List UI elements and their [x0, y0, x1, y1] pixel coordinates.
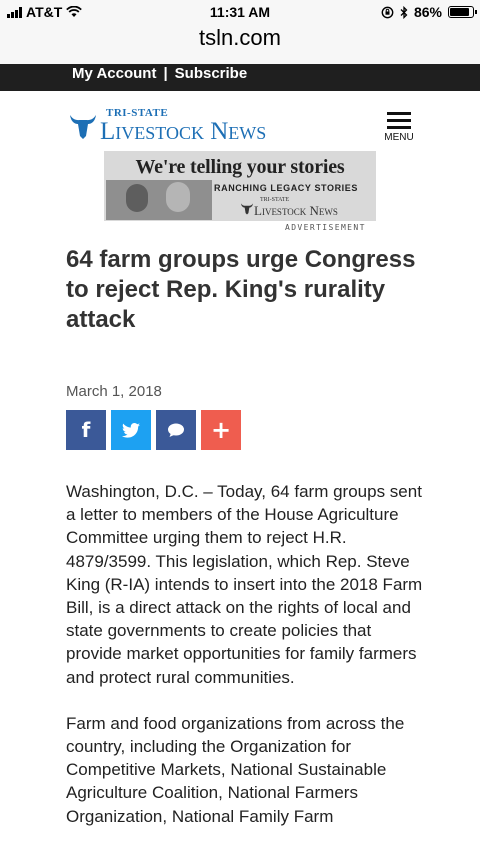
ad-headline: We're telling your stories	[135, 156, 345, 178]
menu-button[interactable]: MENU	[384, 112, 414, 143]
bull-logo-icon	[70, 115, 96, 139]
plus-icon: +	[210, 416, 232, 444]
logo-wordmark: TRI-STATE Livestock News	[100, 108, 267, 145]
ad-photo	[106, 180, 212, 220]
account-bar: My Account | Subscribe	[0, 64, 480, 91]
status-right: 86%	[381, 4, 477, 20]
account-separator: |	[163, 65, 168, 82]
ad-subline: RANCHING LEGACY STORIES	[214, 183, 358, 193]
ad-logo-title: Livestock News	[254, 203, 338, 218]
article-paragraph: Washington, D.C. – Today, 64 farm groups…	[66, 482, 423, 687]
my-account-link[interactable]: My Account	[72, 65, 156, 82]
article-paragraph: Farm and food organizations from across …	[66, 713, 405, 826]
share-buttons: f +	[66, 410, 241, 450]
logo-title: Livestock News	[100, 118, 267, 145]
twitter-icon	[122, 422, 140, 438]
advertisement-label: ADVERTISEMENT	[285, 223, 366, 232]
facebook-share-button[interactable]: f	[66, 410, 106, 450]
advertisement-banner[interactable]: We're telling your stories RANCHING LEGA…	[104, 151, 376, 221]
article-title: 64 farm groups urge Congress to reject R…	[66, 246, 416, 333]
facebook-icon: f	[81, 418, 91, 442]
ad-bull-icon	[240, 202, 254, 215]
ad-logo: TRI-STATE Livestock News	[240, 197, 338, 219]
hamburger-icon	[384, 112, 414, 129]
menu-label: MENU	[384, 132, 414, 143]
site-logo[interactable]: TRI-STATE Livestock News	[68, 108, 266, 144]
bluetooth-icon	[400, 5, 408, 19]
battery-icon	[448, 6, 477, 18]
article-date: March 1, 2018	[66, 383, 162, 400]
article-body: Washington, D.C. – Today, 64 farm groups…	[66, 480, 426, 851]
comment-icon	[168, 423, 184, 437]
status-bar: AT&T 11:31 AM 86%	[0, 0, 480, 24]
battery-fill	[450, 8, 469, 16]
more-share-button[interactable]: +	[201, 410, 241, 450]
subscribe-link[interactable]: Subscribe	[175, 65, 248, 82]
battery-percent: 86%	[413, 4, 442, 20]
url-text[interactable]: tsln.com	[199, 25, 281, 50]
twitter-share-button[interactable]	[111, 410, 151, 450]
orientation-lock-icon	[381, 6, 394, 18]
comment-share-button[interactable]	[156, 410, 196, 450]
address-bar[interactable]: tsln.com	[0, 24, 480, 64]
